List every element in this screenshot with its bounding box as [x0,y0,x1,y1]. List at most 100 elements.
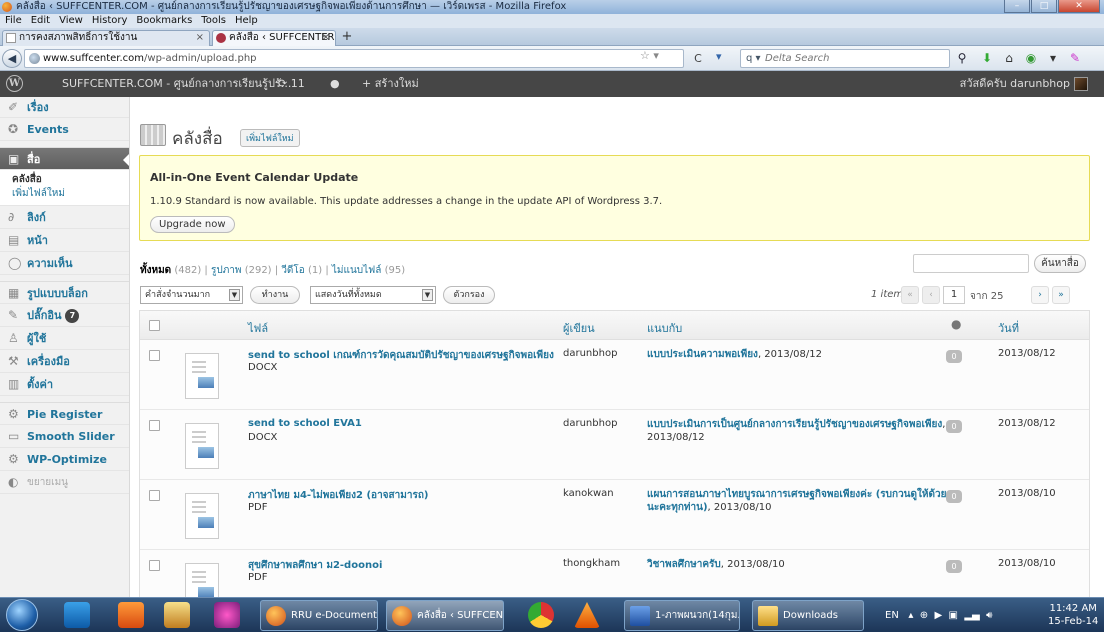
file-title-link[interactable]: ภาษาไทย ม4-ไม่พอเพียง2 (อาจสามารถ) [248,488,428,503]
submenu-add-new[interactable]: เพิ่มไฟล์ใหม่ [12,187,129,201]
sidebar-item-pie-register[interactable]: ⚙ Pie Register [0,402,129,425]
menu-history[interactable]: History [87,14,132,28]
chrome-icon[interactable] [528,602,554,628]
close-window-button[interactable]: ✕ [1058,0,1100,13]
document-thumbnail[interactable] [185,493,219,539]
search-media-button[interactable]: ค้นหาสื่อ [1034,254,1086,273]
menu-edit[interactable]: Edit [26,14,54,28]
vlc-icon[interactable] [574,602,600,628]
submenu-library[interactable]: คลังสื่อ [12,173,129,187]
row-checkbox[interactable] [149,350,160,361]
sidebar-collapse[interactable]: ◐ ขยายเมนู [0,471,129,494]
taskbar-button-word[interactable]: 1-ภาพผนวก(14กุม... [624,600,740,631]
menu-bookmarks[interactable]: Bookmarks [131,14,196,28]
maximize-button[interactable]: □ [1031,0,1057,13]
tab-media-library[interactable]: คลังสื่อ ‹ SUFFCENTER.COM - ศูน... × [212,30,336,46]
sidebar-item-comments[interactable]: ◯ ความเห็น [0,252,129,275]
bulk-actions-select[interactable]: คำสั่งจำนวนมาก ▼ [140,286,243,304]
adminbar-account[interactable]: สวัสดีครับ darunbhop [960,71,1088,97]
start-button[interactable] [6,599,38,631]
attached-post-link[interactable]: แบบประเมินการเป็นศูนย์กลางการเรียนรู้ปรั… [647,419,942,430]
sidebar-item-appearance[interactable]: ▦ รูปแบบบล็อก [0,281,129,304]
close-tab-icon[interactable]: × [196,31,204,45]
current-page-input[interactable]: 1 [943,286,965,304]
close-tab-icon[interactable]: × [322,31,330,45]
filter-all[interactable]: ทั้งหมด [140,265,171,276]
taskbar-button-rru[interactable]: RRU e-Document... [260,600,378,631]
column-author[interactable]: ผู้เขียน [563,319,595,337]
menu-help[interactable]: Help [230,14,262,28]
filter-images[interactable]: รูปภาพ [211,265,242,276]
comment-count-badge[interactable]: 0 [946,420,962,433]
sidebar-item-links[interactable]: ∂ ลิงก์ [0,206,129,229]
sidebar-item-posts[interactable]: ✐ เรื่อง [0,97,129,118]
next-page-button[interactable]: › [1031,286,1049,304]
sidebar-item-settings[interactable]: ▥ ตั้งค่า [0,373,129,396]
sidebar-item-media[interactable]: ▣ สื่อ [0,147,129,170]
add-new-button[interactable]: เพิ่มไฟล์ใหม่ [240,129,300,147]
menu-tools[interactable]: Tools [196,14,230,28]
wordpress-logo-icon[interactable]: W [6,75,23,92]
filter-button[interactable]: ตัวกรอง [443,286,495,304]
first-page-button[interactable]: « [901,286,919,304]
system-clock[interactable]: 11:42 AM 15-Feb-14 [1048,602,1098,628]
home-icon[interactable]: ⌂ [998,49,1020,68]
sidebar-item-events[interactable]: ✪ Events [0,118,129,141]
sidebar-item-plugins[interactable]: ✎ ปลั๊กอิน 7 [0,304,129,327]
taskbar-button-media[interactable]: คลังสื่อ ‹ SUFFCEN... [386,600,504,631]
last-page-button[interactable]: » [1052,286,1070,304]
search-bar[interactable]: q ▾ Delta Search [740,49,950,68]
column-file[interactable]: ไฟล์ [248,319,268,337]
office-icon[interactable] [118,602,144,628]
adminbar-updates[interactable]: ⟳ 11 [278,71,305,97]
prev-page-button[interactable]: ‹ [922,286,940,304]
filter-unattached[interactable]: ไม่แนบไฟล์ [332,265,382,276]
back-button[interactable]: ◀ [2,49,22,68]
adminbar-site-name[interactable]: SUFFCENTER.COM - ศูนย์กลางการเรียนรู้ปรั… [62,71,291,97]
apply-button[interactable]: ทำงาน [250,286,300,304]
attached-post-link[interactable]: วิชาพลศึกษาครับ [647,559,721,570]
sidebar-item-pages[interactable]: ▤ หน้า [0,229,129,252]
file-title-link[interactable]: สุขศึกษาพลศึกษา ม2-doonoi [248,558,382,573]
sidebar-item-users[interactable]: ♙ ผู้ใช้ [0,327,129,350]
chevron-down-icon[interactable]: ▾ [1042,49,1064,68]
date-filter-select[interactable]: แสดงวันที่ทั้งหมด ▼ [310,286,436,304]
sidebar-item-tools[interactable]: ⚒ เครื่องมือ [0,350,129,373]
document-thumbnail[interactable] [185,563,219,597]
tab-license[interactable]: การคงสภาพสิทธิ์การใช้งาน × [2,30,210,46]
bookmark-star-icon[interactable]: ☆ ▾ [640,49,659,62]
minimize-button[interactable]: – [1004,0,1030,13]
adminbar-new[interactable]: + สร้างใหม่ [362,71,419,97]
row-checkbox[interactable] [149,490,160,501]
row-checkbox[interactable] [149,420,160,431]
row-checkbox[interactable] [149,560,160,571]
document-thumbnail[interactable] [185,423,219,469]
language-indicator[interactable]: EN [885,610,899,621]
comment-count-badge[interactable]: 0 [946,560,962,573]
more-tools-icon[interactable]: ✎ [1064,49,1086,68]
outlook-icon[interactable] [64,602,90,628]
tray-icons[interactable]: ▴ ⊕ ▶ ▣ ▂▄ 🔊︎ [902,610,992,621]
app-icon[interactable] [214,602,240,628]
column-date[interactable]: วันที่ [998,319,1019,337]
menu-file[interactable]: File [0,14,26,28]
reload-button[interactable]: C [688,49,708,68]
paint-icon[interactable] [164,602,190,628]
taskbar-button-downloads[interactable]: Downloads [752,600,864,631]
comment-count-badge[interactable]: 0 [946,490,962,503]
filter-video[interactable]: วีดีโอ [281,265,305,276]
search-go-icon[interactable]: ⚲ [953,49,971,68]
addon-icon[interactable]: ▾ [716,50,722,63]
comment-count-badge[interactable]: 0 [946,350,962,363]
url-bar[interactable]: www.suffcenter.com/wp-admin/upload.php [24,49,684,68]
menu-view[interactable]: View [54,14,87,28]
comments-column-icon[interactable]: ● [951,317,961,331]
sidebar-item-wp-optimize[interactable]: ⚙ WP-Optimize [0,448,129,471]
new-tab-button[interactable]: + [339,29,355,45]
file-title-link[interactable]: send to school EVA1 [248,418,362,429]
select-all-checkbox[interactable] [149,320,160,331]
document-thumbnail[interactable] [185,353,219,399]
addon-icon[interactable]: ◉ [1020,49,1042,68]
upgrade-now-button[interactable]: Upgrade now [150,216,235,233]
attached-post-link[interactable]: แบบประเมินความพอเพียง [647,349,758,360]
